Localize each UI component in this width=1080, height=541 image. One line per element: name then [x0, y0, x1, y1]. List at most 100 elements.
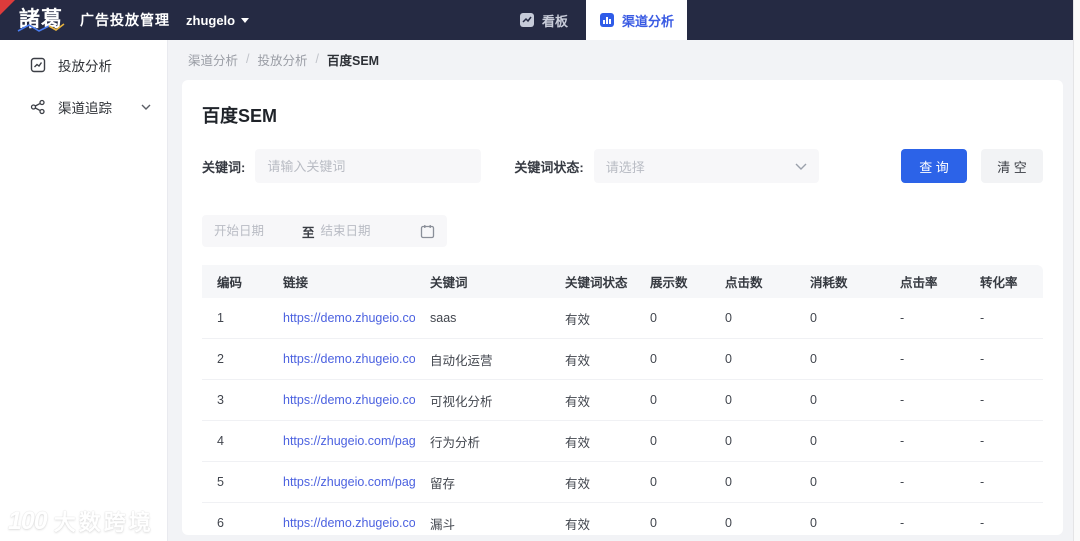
cell-ctr: - — [885, 380, 965, 421]
cell-ctr: - — [885, 298, 965, 339]
cell-cost: 0 — [795, 421, 885, 462]
table-row: 6 https://demo.zhugeio.com/ac 漏斗 有效 0 0 … — [202, 503, 1043, 535]
main-content: 渠道分析 / 投放分析 / 百度SEM / 百度SEM 关键词: — [168, 40, 1073, 541]
cell-id: 5 — [202, 462, 268, 503]
search-button[interactable]: 查 询 — [901, 149, 967, 183]
calendar-icon[interactable] — [420, 224, 435, 239]
breadcrumb-item[interactable]: 渠道分析 / — [188, 50, 258, 69]
cell-status: 有效 — [550, 380, 635, 421]
row-link[interactable]: https://zhugeio.com/page/bu — [283, 434, 415, 448]
top-navbar: 諸葛 广告投放管理 zhugelo 看板 渠道分析 — [0, 0, 1073, 40]
column-header: 转化率 — [965, 265, 1043, 298]
cell-keyword: 可视化分析 — [415, 380, 550, 421]
page-title: 百度SEM — [202, 106, 278, 126]
column-header: 点击数 — [710, 265, 795, 298]
cell-clicks: 0 — [710, 462, 795, 503]
keyword-status-label: 关键词状态: — [514, 159, 584, 175]
tab-channel-label: 渠道分析 — [621, 13, 674, 29]
cell-cvr: - — [965, 298, 1043, 339]
cell-link: https://demo.zhugeio.com/ac — [268, 298, 415, 339]
date-separator: 至 — [302, 225, 315, 240]
cell-id: 2 — [202, 339, 268, 380]
select-placeholder: 请选择 — [605, 159, 645, 175]
end-date-input[interactable] — [320, 224, 407, 238]
app-title: 广告投放管理 — [80, 12, 170, 28]
cell-cvr: - — [965, 339, 1043, 380]
cell-impressions: 0 — [635, 503, 710, 535]
row-link[interactable]: https://demo.zhugeio.com/ac — [283, 516, 415, 530]
user-menu[interactable]: zhugelo — [186, 0, 250, 40]
brand-logo: 諸葛 — [19, 8, 63, 31]
sidebar-item-delivery-analysis[interactable]: 投放分析 — [0, 44, 167, 86]
tab-channel-analysis[interactable]: 渠道分析 — [586, 0, 687, 40]
cell-link: https://zhugeio.com/page/bu — [268, 462, 415, 503]
cell-status: 有效 — [550, 421, 635, 462]
cell-keyword: saas — [415, 298, 550, 339]
table-row: 5 https://zhugeio.com/page/bu 留存 有效 0 0 … — [202, 462, 1043, 503]
keyword-status-select[interactable]: 请选择 — [593, 149, 819, 183]
cell-id: 1 — [202, 298, 268, 339]
cell-ctr: - — [885, 462, 965, 503]
share-nodes-icon — [30, 99, 45, 115]
row-link[interactable]: https://demo.zhugeio.com/ac — [283, 311, 415, 325]
cell-keyword: 自动化运营 — [415, 339, 550, 380]
chevron-down-icon — [795, 163, 807, 170]
cell-keyword: 行为分析 — [415, 421, 550, 462]
row-link[interactable]: https://demo.zhugeio.com/ac — [283, 352, 415, 366]
cell-clicks: 0 — [710, 421, 795, 462]
cell-status: 有效 — [550, 298, 635, 339]
cell-impressions: 0 — [635, 298, 710, 339]
cell-link: https://demo.zhugeio.com/ac — [268, 503, 415, 535]
table-row: 3 https://demo.zhugeio.com/ac 可视化分析 有效 0… — [202, 380, 1043, 421]
filter-buttons: 查 询 清 空 — [901, 149, 1043, 183]
column-header: 关键词状态 — [550, 265, 635, 298]
sidebar-item-channel-tracking[interactable]: 渠道追踪 — [0, 86, 167, 128]
breadcrumb-separator: / — [246, 52, 250, 66]
keyword-input[interactable] — [255, 149, 482, 183]
cell-status: 有效 — [550, 339, 635, 380]
row-link[interactable]: https://zhugeio.com/page/bu — [283, 475, 415, 489]
row-link[interactable]: https://demo.zhugeio.com/ac — [283, 393, 415, 407]
cell-cost: 0 — [795, 503, 885, 535]
cell-cost: 0 — [795, 462, 885, 503]
cell-clicks: 0 — [710, 298, 795, 339]
cell-impressions: 0 — [635, 421, 710, 462]
breadcrumb-item[interactable]: 投放分析 / — [258, 50, 328, 69]
user-name: zhugelo — [186, 12, 236, 28]
breadcrumb-item[interactable]: 百度SEM / — [327, 50, 379, 69]
content-card: 百度SEM 关键词: 关键词状态: 请选择 查 询 清 空 — [182, 80, 1063, 535]
cell-clicks: 0 — [710, 503, 795, 535]
cell-ctr: - — [885, 503, 965, 535]
cell-id: 6 — [202, 503, 268, 535]
chevron-down-icon — [141, 104, 151, 110]
table-row: 4 https://zhugeio.com/page/bu 行为分析 有效 0 … — [202, 421, 1043, 462]
cell-cost: 0 — [795, 298, 885, 339]
cell-link: https://demo.zhugeio.com/ac — [268, 380, 415, 421]
cell-cvr: - — [965, 503, 1043, 535]
date-range-picker[interactable]: 至 — [202, 215, 447, 247]
report-icon — [30, 57, 46, 73]
table-row: 1 https://demo.zhugeio.com/ac saas 有效 0 … — [202, 298, 1043, 339]
start-date-input[interactable] — [214, 224, 300, 238]
breadcrumb: 渠道分析 / 投放分析 / 百度SEM / — [168, 40, 1073, 78]
cell-link: https://zhugeio.com/page/bu — [268, 421, 415, 462]
column-header: 展示数 — [635, 265, 710, 298]
cell-clicks: 0 — [710, 380, 795, 421]
cell-cvr: - — [965, 462, 1043, 503]
cell-ctr: - — [885, 339, 965, 380]
tab-dashboard[interactable]: 看板 — [519, 0, 568, 40]
bar-chart-icon — [599, 13, 614, 27]
caret-down-icon — [241, 17, 250, 23]
clear-button[interactable]: 清 空 — [981, 149, 1043, 183]
table-body: 1 https://demo.zhugeio.com/ac saas 有效 0 … — [202, 298, 1043, 535]
page-scrollbar[interactable] — [1073, 0, 1080, 541]
cell-id: 4 — [202, 421, 268, 462]
tab-dashboard-label: 看板 — [542, 13, 569, 29]
filter-row: 关键词: 关键词状态: 请选择 查 询 清 空 — [202, 149, 1043, 183]
corner-ribbon — [0, 0, 15, 15]
cell-keyword: 留存 — [415, 462, 550, 503]
table-header-row: 编码 链接 关键词 关键词状态 展示数 点击数 消耗数 点击率 转化率 — [202, 265, 1043, 298]
sidebar: 投放分析 渠道追踪 — [0, 40, 168, 541]
cell-ctr: - — [885, 421, 965, 462]
table-row: 2 https://demo.zhugeio.com/ac 自动化运营 有效 0… — [202, 339, 1043, 380]
